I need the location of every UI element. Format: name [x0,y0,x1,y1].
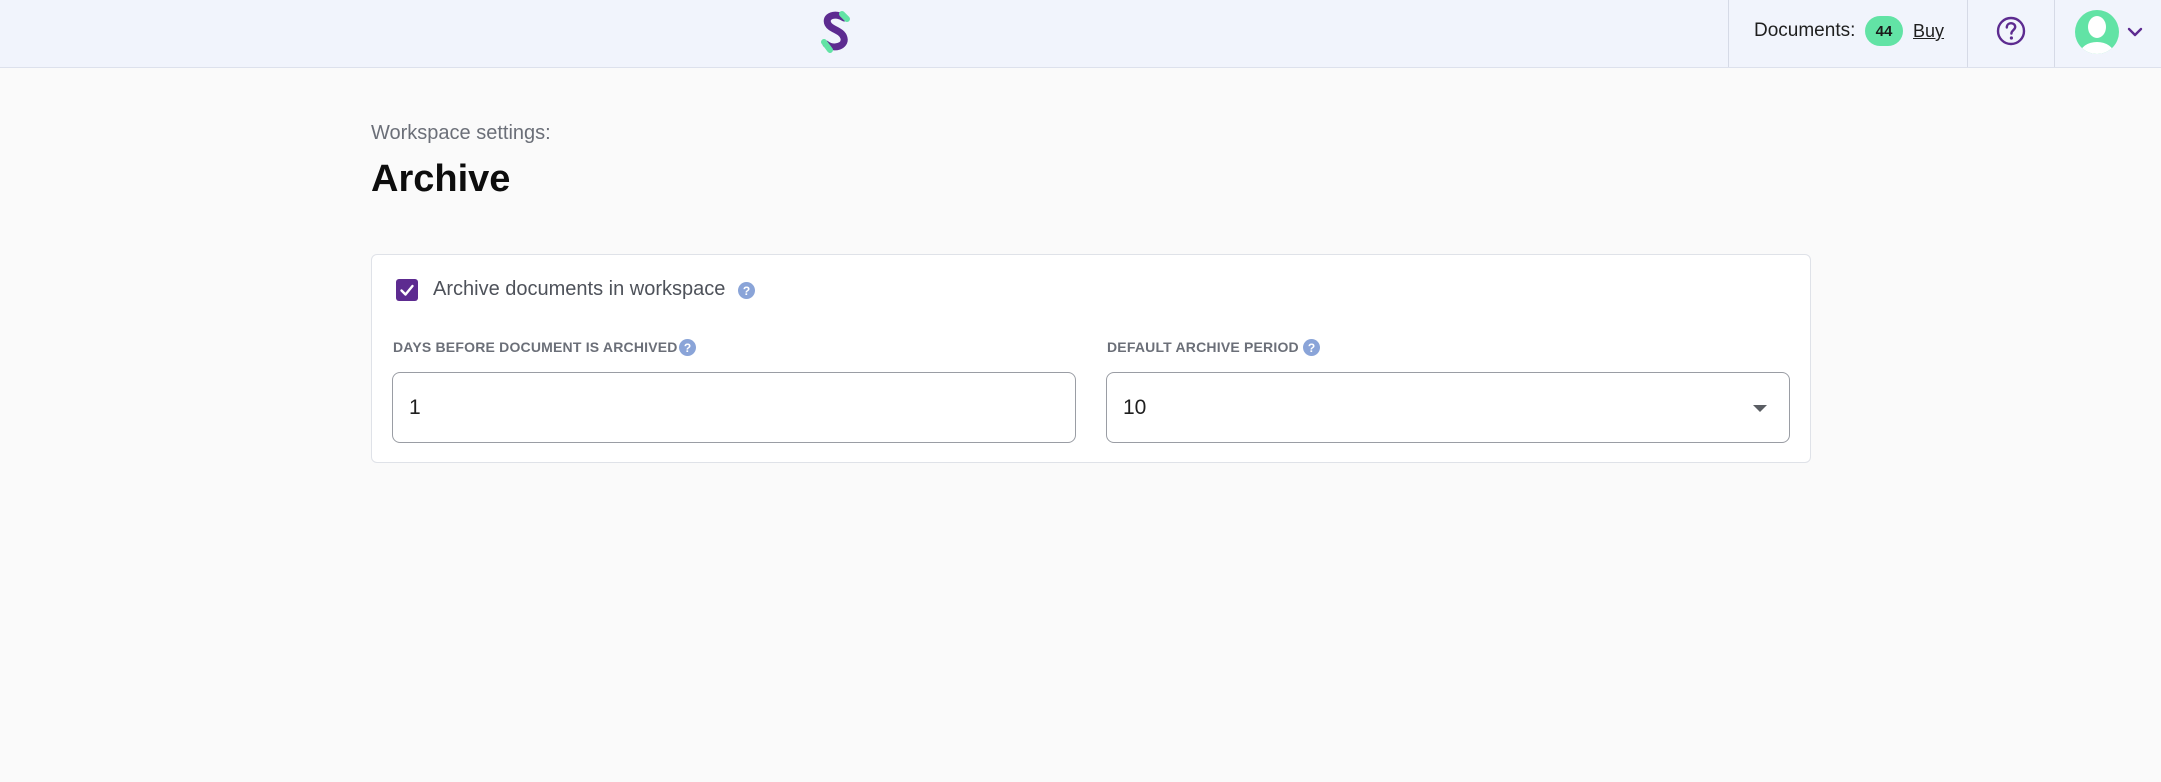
archive-info-icon[interactable]: ? [738,282,755,299]
days-before-archived-input[interactable]: 1 [392,372,1076,443]
days-input-value: 1 [409,396,421,419]
page-subtitle: Workspace settings: [371,122,551,144]
documents-label: Documents: [1754,20,1856,41]
scribble-s-logo-icon[interactable] [818,10,854,54]
checkmark-icon [400,284,414,296]
dropdown-caret-icon[interactable] [1753,405,1767,412]
chevron-down-icon[interactable] [2127,26,2143,38]
period-select-value: 10 [1123,396,1147,419]
period-info-icon[interactable]: ? [1303,339,1320,356]
documents-counter: Documents: 44 Buy [1728,0,1968,67]
documents-count-badge: 44 [1865,16,1903,46]
user-avatar-icon[interactable] [2075,10,2119,54]
help-button[interactable] [1967,0,2054,67]
default-archive-period-label: DEFAULT ARCHIVE PERIOD [1107,339,1299,355]
days-info-icon[interactable]: ? [679,339,696,356]
question-circle-icon[interactable] [1996,16,2026,46]
default-archive-period-select[interactable]: 10 [1106,372,1790,443]
user-menu[interactable] [2054,0,2161,67]
archive-documents-checkbox[interactable] [396,279,418,301]
archive-documents-label[interactable]: Archive documents in workspace [433,278,725,301]
top-bar: Documents: 44 Buy [0,0,2161,68]
archive-settings-card: Archive documents in workspace ? DAYS BE… [371,254,1811,463]
buy-link[interactable]: Buy [1913,21,1944,42]
page-title: Archive [371,158,511,200]
days-before-archived-label: DAYS BEFORE DOCUMENT IS ARCHIVED [393,339,678,355]
